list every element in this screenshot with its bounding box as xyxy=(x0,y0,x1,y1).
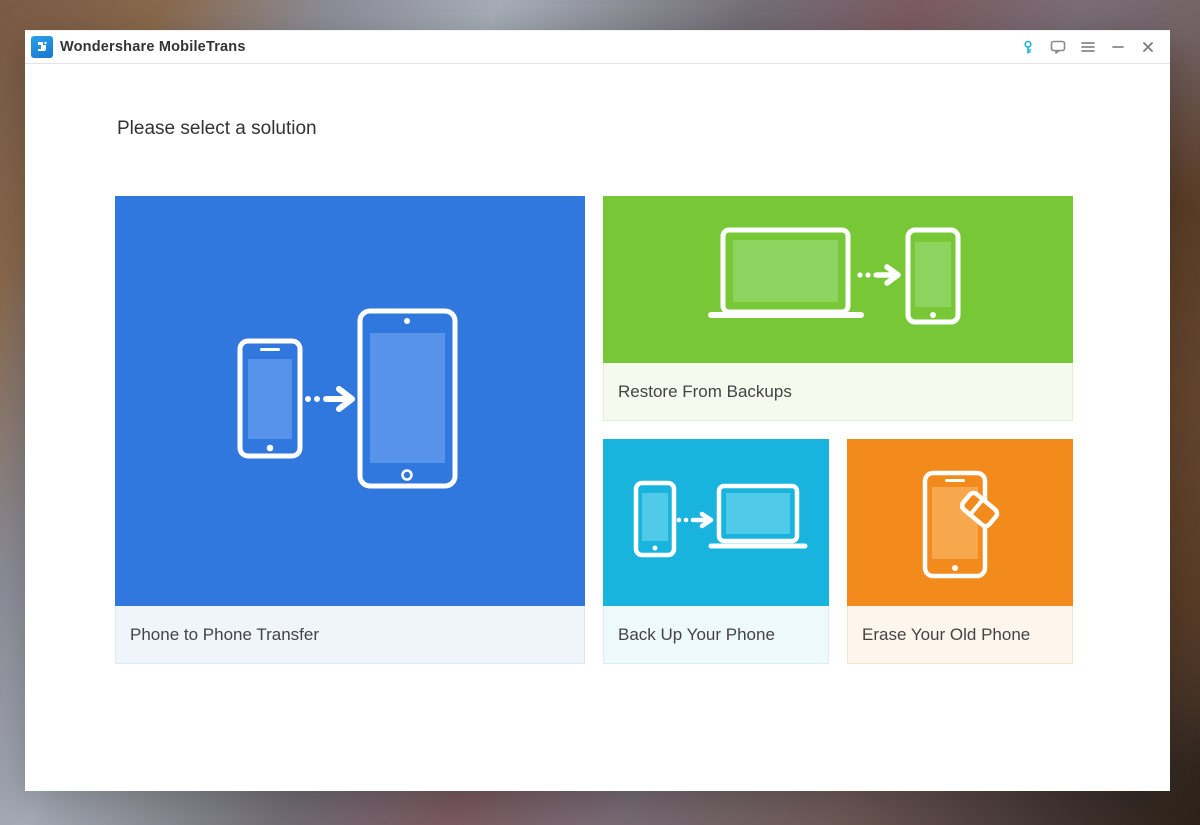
card-erase-label: Erase Your Old Phone xyxy=(847,606,1073,664)
close-icon[interactable] xyxy=(1136,35,1160,59)
phone-to-phone-icon xyxy=(115,196,585,606)
card-restore-label: Restore From Backups xyxy=(603,363,1073,421)
app-title: Wondershare MobileTrans xyxy=(60,39,246,55)
page-heading: Please select a solution xyxy=(117,118,1080,140)
card-erase[interactable]: Erase Your Old Phone xyxy=(847,439,1073,664)
card-backup-label: Back Up Your Phone xyxy=(603,606,829,664)
card-phone-to-phone[interactable]: Phone to Phone Transfer xyxy=(115,196,585,664)
minimize-icon[interactable] xyxy=(1106,35,1130,59)
menu-icon[interactable] xyxy=(1076,35,1100,59)
register-key-icon[interactable] xyxy=(1016,35,1040,59)
card-restore[interactable]: Restore From Backups xyxy=(603,196,1073,421)
titlebar-right xyxy=(1016,35,1160,59)
app-window: Wondershare MobileTrans xyxy=(25,30,1170,791)
card-phone-to-phone-label: Phone to Phone Transfer xyxy=(115,606,585,664)
desktop-background: Wondershare MobileTrans xyxy=(0,0,1200,825)
card-backup[interactable]: Back Up Your Phone xyxy=(603,439,829,664)
backup-icon xyxy=(603,439,829,606)
titlebar: Wondershare MobileTrans xyxy=(25,31,1170,64)
restore-icon xyxy=(603,196,1073,363)
erase-icon xyxy=(847,439,1073,606)
app-logo-icon xyxy=(31,36,53,58)
feedback-icon[interactable] xyxy=(1046,35,1070,59)
solution-grid: Phone to Phone Transfer xyxy=(115,196,1080,664)
titlebar-left: Wondershare MobileTrans xyxy=(31,36,246,58)
main-content: Please select a solution xyxy=(25,64,1170,791)
bottom-right-split: Back Up Your Phone xyxy=(603,439,1073,664)
